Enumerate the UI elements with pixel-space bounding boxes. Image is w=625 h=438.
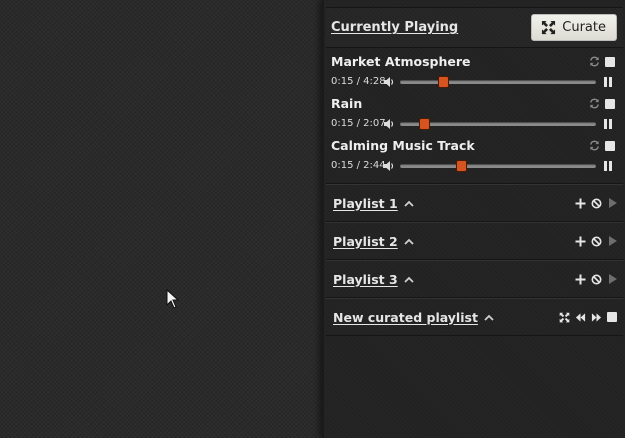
block-icon[interactable] [591,198,602,209]
volume-slider-thumb[interactable] [418,117,430,130]
playlist-title-label: Playlist 3 [333,271,398,287]
chevron-up-icon[interactable] [404,238,414,245]
volume-slider[interactable] [400,117,596,130]
shuffle-arrows-icon[interactable] [559,312,570,323]
volume-slider[interactable] [400,159,596,172]
track-item: Calming Music Track 0:15 / 2:44 [326,135,623,177]
stop-icon[interactable] [605,140,615,151]
volume-icon [384,118,394,129]
plus-icon[interactable] [575,274,586,285]
rewind-icon[interactable] [575,312,586,323]
panel-top-strip [326,0,623,8]
track-time: 0:15 / 2:07 [331,118,386,129]
track-name: Calming Music Track [331,138,475,153]
track-list: Market Atmosphere 0:15 / 4:28 Rain 0:15 … [326,48,623,184]
volume-slider[interactable] [400,75,596,88]
block-icon[interactable] [591,236,602,247]
loop-icon[interactable] [589,98,600,109]
playlist-title[interactable]: Playlist 2 [333,234,414,249]
chevron-up-icon[interactable] [404,276,414,283]
mouse-cursor-icon [166,289,180,309]
curate-button[interactable]: Curate [531,14,617,41]
stop-icon[interactable] [605,56,615,67]
curated-playlist-title-label: New curated playlist [333,309,478,325]
volume-icon [384,160,394,171]
curated-playlist-title[interactable]: New curated playlist [333,310,494,325]
volume-slider-thumb[interactable] [455,159,467,172]
track-time: 0:15 / 2:44 [331,160,386,171]
playlist-title-label: Playlist 2 [333,233,398,249]
play-icon[interactable] [609,198,617,208]
track-time: 0:15 / 4:28 [331,76,386,87]
playlist-row: Playlist 1 [326,184,623,222]
chevron-up-icon[interactable] [484,314,494,321]
volume-slider-thumb[interactable] [438,75,450,88]
volume-icon [384,76,394,87]
play-icon[interactable] [609,236,617,246]
stop-icon[interactable] [605,98,615,109]
playlist-title[interactable]: Playlist 1 [333,196,414,211]
shuffle-arrows-icon [542,20,556,35]
play-icon[interactable] [609,274,617,284]
pause-icon[interactable] [604,76,612,87]
playlist-title[interactable]: Playlist 3 [333,272,414,287]
track-name: Market Atmosphere [331,54,471,69]
plus-icon[interactable] [575,236,586,247]
plus-icon[interactable] [575,198,586,209]
playlist-row: Playlist 2 [326,222,623,260]
block-icon[interactable] [591,274,602,285]
playlist-row: Playlist 3 [326,260,623,298]
curate-button-label: Curate [562,20,606,35]
track-item: Rain 0:15 / 2:07 [326,93,623,135]
pause-icon[interactable] [604,118,612,129]
sound-panel: Currently Playing Curate Market Atmosphe… [322,0,625,438]
chevron-up-icon[interactable] [404,200,414,207]
curated-playlist-row: New curated playlist [326,298,623,336]
playlist-title-label: Playlist 1 [333,195,398,211]
track-item: Market Atmosphere 0:15 / 4:28 [326,51,623,93]
currently-playing-title[interactable]: Currently Playing [331,20,458,35]
pause-icon[interactable] [604,160,612,171]
loop-icon[interactable] [589,56,600,67]
fast-forward-icon[interactable] [591,312,602,323]
stop-icon[interactable] [607,312,617,322]
currently-playing-header: Currently Playing Curate [326,8,623,48]
loop-icon[interactable] [589,140,600,151]
track-name: Rain [331,96,363,111]
